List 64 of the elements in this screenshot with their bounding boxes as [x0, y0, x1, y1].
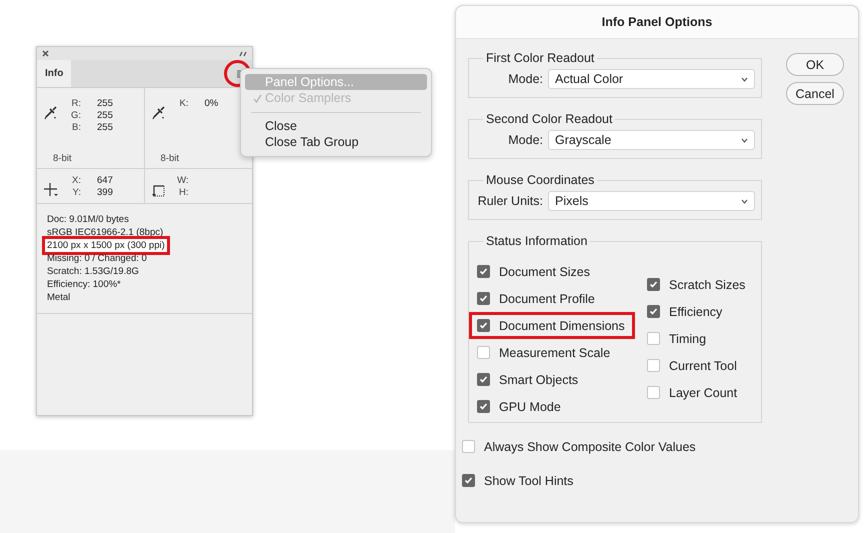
chevron-down-icon	[741, 198, 748, 204]
checkbox[interactable]: Always Show Composite Color Values	[460, 433, 762, 460]
checkbox[interactable]: Scratch Sizes	[645, 271, 746, 298]
readout-label: R:	[70, 98, 81, 110]
collapse-icon[interactable]	[239, 50, 247, 56]
readout-value: 0%	[204, 98, 218, 110]
checkbox[interactable]: GPU Mode	[475, 393, 635, 420]
checkmark-icon	[649, 280, 658, 289]
field-label: Mode:	[508, 133, 543, 147]
chevron-down-icon	[741, 76, 748, 82]
dialog-title: Info Panel Options	[456, 6, 858, 39]
checkmark-icon	[649, 307, 658, 316]
readout-value: 399	[97, 187, 113, 199]
checkbox[interactable]: Smart Objects	[475, 366, 635, 393]
checkbox[interactable]: Current Tool	[645, 352, 746, 379]
checkmark-icon	[479, 294, 488, 303]
checkmark-icon	[253, 94, 262, 102]
field-label: Mode:	[508, 72, 543, 86]
checkbox[interactable]: Layer Count	[645, 379, 746, 406]
checkmark-icon	[479, 375, 488, 384]
dialog-button[interactable]: Cancel	[786, 82, 844, 105]
dropdown[interactable]: Actual Color	[548, 69, 755, 89]
readout-label: G:	[70, 110, 81, 122]
dropdown[interactable]: Grayscale	[548, 130, 755, 150]
status-line: Metal	[47, 291, 70, 304]
readout-label: B:	[71, 122, 81, 134]
close-icon[interactable]	[42, 50, 49, 57]
readout-label: W:	[176, 175, 188, 187]
checkmark-icon	[479, 402, 488, 411]
checkbox[interactable]: Efficiency	[645, 298, 746, 325]
dialog-button[interactable]: OK	[786, 53, 844, 76]
bit-depth-label: 8-bit	[52, 153, 72, 164]
checkmark-icon	[479, 267, 488, 276]
checkbox[interactable]: Timing	[645, 325, 746, 352]
menu-item[interactable]: Close Tab Group	[245, 134, 427, 150]
checkbox[interactable]: Measurement Scale	[475, 339, 635, 366]
checkbox[interactable]: Show Tool Hints	[460, 467, 762, 494]
checkbox[interactable]: Document Dimensions	[469, 312, 635, 339]
readout-value: 255	[97, 98, 113, 110]
readout-label: K:	[178, 98, 188, 110]
status-line: Doc: 9.01M/0 bytes	[47, 213, 129, 226]
chevron-down-icon	[741, 138, 748, 142]
readout-label: X:	[71, 175, 81, 187]
dropdown[interactable]: Pixels	[548, 191, 755, 211]
field-label: Ruler Units:	[478, 194, 543, 208]
checkmark-icon	[479, 321, 488, 330]
eyedropper-icon	[150, 104, 166, 120]
readout-label: H:	[178, 187, 188, 199]
status-line: Scratch: 1.53G/19.8G	[47, 265, 139, 278]
checkbox[interactable]: Document Profile	[475, 285, 635, 312]
menu-item[interactable]: Close	[245, 118, 427, 134]
panel-tab[interactable]: Info	[37, 60, 72, 87]
checkmark-icon	[464, 476, 473, 485]
checkbox[interactable]: Document Sizes	[475, 258, 635, 285]
crosshair-icon	[43, 182, 59, 198]
readout-value: 255	[97, 122, 113, 134]
bit-depth-label: 8-bit	[160, 153, 180, 164]
readout-label: Y:	[72, 187, 81, 199]
status-line: sRGB IEC61966-2.1 (8bpc)	[47, 226, 164, 239]
readout-value: 255	[97, 110, 113, 122]
readout-value: 647	[97, 175, 113, 187]
status-line: Efficiency: 100%*	[47, 278, 121, 291]
status-line: Missing: 0 / Changed: 0	[47, 252, 147, 265]
eyedropper-icon	[43, 104, 59, 120]
